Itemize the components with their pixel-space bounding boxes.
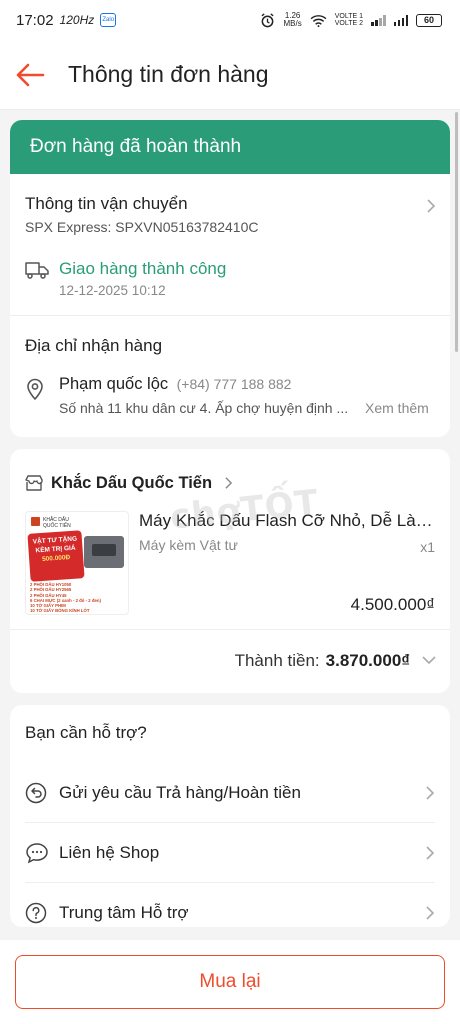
support-title: Bạn cần hỗ trợ? <box>25 723 147 742</box>
machine-image <box>84 536 124 568</box>
status-right: 1.26 MB/s VOLTE 1 VOLTE 2 60 <box>260 12 442 28</box>
chevron-down-icon <box>422 656 436 665</box>
volte-label: VOLTE 1 VOLTE 2 <box>334 13 363 27</box>
app-header: Thông tin đơn hàng <box>0 40 460 110</box>
product-name: Máy Khắc Dấu Flash Cỡ Nhỏ, Dễ Làm... <box>139 511 435 530</box>
chat-icon <box>25 842 49 864</box>
product-variant: Máy kèm Vật tư <box>139 537 238 553</box>
shop-header[interactable]: Khắc Dấu Quốc Tiến <box>10 449 450 499</box>
shipping-title: Thông tin vận chuyển <box>25 194 188 213</box>
store-icon <box>25 475 43 491</box>
help-center-label: Trung tâm Hỗ trợ <box>59 903 189 922</box>
signal-2-icon <box>393 14 408 26</box>
wifi-icon <box>310 14 327 27</box>
status-time: 17:02 <box>16 11 54 29</box>
contact-shop-label: Liên hệ Shop <box>59 842 160 862</box>
truck-icon <box>25 261 49 284</box>
recipient-phone: (+84) 777 188 882 <box>176 376 292 392</box>
return-refund-item[interactable]: Gửi yêu cầu Trả hàng/Hoàn tiền <box>25 763 435 823</box>
thumb-brand: KHẮC DẤU QUỐC TIẾN <box>43 517 71 529</box>
thumb-promo: VẬT TƯ TẶNG KÈM TRỊ GIÁ 500.000Đ <box>27 530 85 582</box>
chevron-right-icon <box>426 845 435 860</box>
location-pin-icon <box>25 377 49 416</box>
page-title: Thông tin đơn hàng <box>68 61 269 87</box>
chevron-right-icon <box>426 785 435 800</box>
product-thumbnail: KHẮC DẤU QUỐC TIẾN VẬT TƯ TẶNG KÈM TRỊ G… <box>25 511 129 615</box>
help-icon <box>25 902 49 924</box>
network-speed: 1.26 MB/s <box>283 11 302 28</box>
order-total-row[interactable]: Thành tiền: 3.870.000₫ <box>10 629 450 691</box>
address-row: Phạm quốc lộc (+84) 777 188 882 Số nhà 1… <box>25 375 435 416</box>
help-center-item[interactable]: Trung tâm Hỗ trợ <box>25 883 435 927</box>
order-status-text: Đơn hàng đã hoàn thành <box>30 136 242 157</box>
back-button[interactable] <box>0 40 60 110</box>
status-bar: 17:02 120Hz Zalo 1.26 MB/s VOLTE 1 VOLTE 2… <box>0 0 460 40</box>
refresh-rate: 120Hz <box>59 13 95 27</box>
see-more-link[interactable]: Xem thêm <box>365 400 429 416</box>
product-price: 4.500.000₫ <box>350 595 435 614</box>
signal-1-icon <box>371 14 386 26</box>
shipping-section[interactable]: Thông tin vận chuyển SPX Express: SPXVN0… <box>10 174 450 316</box>
recipient-name: Phạm quốc lộc <box>59 375 169 393</box>
battery-icon: 60 <box>416 13 442 27</box>
scrollbar[interactable] <box>455 112 458 352</box>
chevron-right-icon <box>225 477 233 489</box>
shipping-status-row: Giao hàng thành công 12-12-2025 10:12 <box>25 259 435 298</box>
contact-shop-item[interactable]: Liên hệ Shop <box>25 823 435 883</box>
product-qty: x1 <box>420 539 435 555</box>
brand-logo-icon <box>31 517 40 526</box>
order-info-card: Đơn hàng đã hoàn thành Thông tin vận chu… <box>10 120 450 437</box>
address-detail: Số nhà 11 khu dân cư 4. Ấp chợ huyện địn… <box>59 400 349 416</box>
alarm-icon <box>261 12 275 27</box>
address-section: Địa chỉ nhận hàng Phạm quốc lộc (+84) 77… <box>10 316 450 436</box>
return-refund-label: Gửi yêu cầu Trả hàng/Hoàn tiền <box>59 782 301 802</box>
buy-again-button[interactable]: Mua lại <box>15 955 445 1009</box>
shipping-time: 12-12-2025 10:12 <box>59 283 166 298</box>
total-label: Thành tiền: <box>234 650 320 670</box>
thumb-item-list: 2 PHÔI DẤU HY1050 2 PHÔI DẤU HY2565 2 PH… <box>30 582 101 614</box>
zalo-icon: Zalo <box>100 13 117 27</box>
return-icon <box>25 782 49 804</box>
product-card: Khắc Dấu Quốc Tiến KHẮC DẤU QUỐC TIẾN VẬ… <box>10 449 450 693</box>
shop-name: Khắc Dấu Quốc Tiến <box>51 473 213 492</box>
product-row[interactable]: KHẮC DẤU QUỐC TIẾN VẬT TƯ TẶNG KÈM TRỊ G… <box>10 499 450 615</box>
shipping-status: Giao hàng thành công <box>59 259 227 278</box>
order-status-banner: Đơn hàng đã hoàn thành <box>10 120 450 174</box>
address-title: Địa chỉ nhận hàng <box>25 336 163 355</box>
chevron-right-icon <box>427 199 436 213</box>
product-info: Máy Khắc Dấu Flash Cỡ Nhỏ, Dễ Làm... Máy… <box>139 511 435 615</box>
arrow-left-icon <box>16 63 45 86</box>
chevron-right-icon <box>426 906 435 920</box>
bottom-action-bar: Mua lại <box>0 940 460 1024</box>
support-card: Bạn cần hỗ trợ? Gửi yêu cầu Trả hàng/Hoà… <box>10 705 450 927</box>
total-value: 3.870.000₫ <box>325 650 410 670</box>
shipping-carrier: SPX Express: SPXVN05163782410C <box>25 219 259 235</box>
